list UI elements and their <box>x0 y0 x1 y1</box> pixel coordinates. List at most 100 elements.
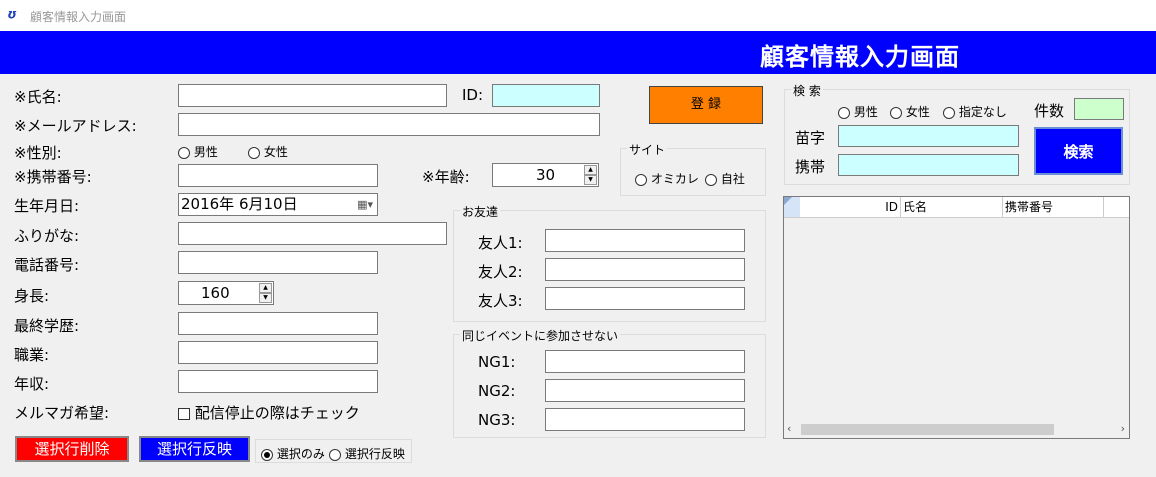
search-group-title: 検 索 <box>791 82 823 99</box>
search-surname-input[interactable] <box>838 125 1019 147</box>
friends-group-title: お友達 <box>460 203 501 220</box>
scrollbar-thumb[interactable] <box>801 424 1054 435</box>
income-label: 年収: <box>14 375 50 393</box>
mobile-label: ※携帯番号: <box>14 168 92 186</box>
ng1-label: NG1: <box>478 353 516 371</box>
birthdate-picker[interactable]: 2016年 6月10日 ▦▾ <box>178 193 378 216</box>
id-field[interactable] <box>492 84 600 107</box>
name-label: ※氏名: <box>14 88 62 106</box>
radio-icon <box>705 173 717 186</box>
ng-group: 同じイベントに参加させない NG1: NG2: NG3: <box>453 327 766 438</box>
email-input[interactable] <box>178 113 600 136</box>
site-option-omikare[interactable]: オミカレ <box>635 170 699 187</box>
ng3-input[interactable] <box>545 408 745 431</box>
search-group: 検 索 男性 女性 指定なし 件数 苗字 携帯 検索 <box>784 82 1130 185</box>
reflect-selected-button[interactable]: 選択行反映 <box>139 436 250 462</box>
column-header-id[interactable]: ID <box>800 197 901 217</box>
site-group: サイト オミカレ 自社 <box>620 141 766 196</box>
option-select-reflect[interactable]: 選択行反映 <box>329 445 405 462</box>
surname-label: 苗字 <box>795 129 826 147</box>
search-button[interactable]: 検索 <box>1034 127 1123 175</box>
search-female-option[interactable]: 女性 <box>890 103 930 120</box>
education-label: 最終学歴: <box>14 317 80 335</box>
horizontal-scrollbar[interactable]: ‹ › <box>784 421 1129 438</box>
radio-icon <box>248 146 260 159</box>
search-unspecified-option[interactable]: 指定なし <box>943 103 1007 120</box>
search-mobile-label: 携帯 <box>795 158 826 176</box>
spin-up-icon[interactable]: ▲ <box>259 283 272 293</box>
email-label: ※メールアドレス: <box>14 117 137 135</box>
age-stepper[interactable]: 30 ▲ ▼ <box>492 163 599 187</box>
window-title: 顧客情報入力画面 <box>30 10 127 24</box>
ng1-input[interactable] <box>545 350 745 373</box>
job-input[interactable] <box>178 341 378 364</box>
job-label: 職業: <box>14 346 50 364</box>
register-button[interactable]: 登 録 <box>649 86 763 124</box>
ng-group-title: 同じイベントに参加させない <box>460 327 621 344</box>
spin-down-icon[interactable]: ▼ <box>584 175 597 185</box>
income-input[interactable] <box>178 370 378 393</box>
gender-male-option[interactable]: 男性 <box>178 143 218 160</box>
newsletter-checkbox[interactable]: 配信停止の際はチェック <box>178 402 360 423</box>
height-label: 身長: <box>14 287 50 305</box>
ng3-label: NG3: <box>478 411 516 429</box>
site-option-own[interactable]: 自社 <box>705 170 745 187</box>
column-header-mobile[interactable]: 携帯番号 <box>1003 197 1104 217</box>
radio-icon <box>890 106 902 119</box>
friend1-input[interactable] <box>545 229 745 252</box>
friend2-label: 友人2: <box>478 263 523 281</box>
phone-input[interactable] <box>178 251 378 274</box>
search-male-option[interactable]: 男性 <box>838 103 878 120</box>
radio-icon <box>838 106 850 119</box>
gender-label: ※性別: <box>14 144 62 162</box>
height-value: 160 <box>201 284 230 302</box>
newsletter-label: メルマガ希望: <box>14 404 110 422</box>
birthdate-label: 生年月日: <box>14 197 80 215</box>
grid-header: ID 氏名 携帯番号 <box>784 197 1129 218</box>
age-value: 30 <box>535 166 556 184</box>
id-label: ID: <box>462 86 484 104</box>
scroll-right-icon[interactable]: › <box>1121 422 1125 435</box>
results-grid[interactable]: ID 氏名 携帯番号 ‹ › <box>783 196 1130 439</box>
count-field <box>1074 98 1124 120</box>
mobile-input[interactable] <box>178 164 378 187</box>
radio-selected-icon <box>261 448 273 461</box>
friend2-input[interactable] <box>545 258 745 281</box>
age-label: ※年齢: <box>422 168 470 186</box>
name-input[interactable] <box>178 84 447 107</box>
height-stepper[interactable]: 160 ▲ ▼ <box>178 281 274 305</box>
count-label: 件数 <box>1034 102 1065 120</box>
option-select-only[interactable]: 選択のみ <box>261 445 325 462</box>
column-header-name[interactable]: 氏名 <box>901 197 1003 217</box>
page-title: 顧客情報入力画面 <box>760 43 960 71</box>
header-banner: 顧客情報入力画面 <box>0 31 1156 74</box>
calendar-dropdown-icon[interactable]: ▦▾ <box>357 194 373 215</box>
radio-icon <box>635 173 647 186</box>
phone-label: 電話番号: <box>14 256 80 274</box>
window-titlebar: ʊ 顧客情報入力画面 <box>0 0 1156 31</box>
ng2-input[interactable] <box>545 379 745 402</box>
gender-female-option[interactable]: 女性 <box>248 143 288 160</box>
friend3-label: 友人3: <box>478 292 523 310</box>
spin-down-icon[interactable]: ▼ <box>259 293 272 303</box>
search-mobile-input[interactable] <box>838 154 1019 176</box>
friend3-input[interactable] <box>545 287 745 310</box>
friends-group: お友達 友人1: 友人2: 友人3: <box>453 203 766 322</box>
radio-icon <box>943 106 955 119</box>
education-input[interactable] <box>178 312 378 335</box>
grid-corner[interactable] <box>784 197 800 217</box>
app-icon: ʊ <box>8 7 18 21</box>
birthdate-value: 2016年 6月10日 <box>181 195 298 213</box>
scroll-left-icon[interactable]: ‹ <box>787 422 791 435</box>
furigana-input[interactable] <box>178 222 447 245</box>
ng2-label: NG2: <box>478 382 516 400</box>
delete-selected-button[interactable]: 選択行削除 <box>15 436 129 462</box>
spin-up-icon[interactable]: ▲ <box>584 165 597 175</box>
radio-icon <box>329 448 341 461</box>
furigana-label: ふりがな: <box>14 227 80 245</box>
radio-icon <box>178 146 190 159</box>
checkbox-icon <box>178 407 190 420</box>
site-group-title: サイト <box>627 141 668 158</box>
friend1-label: 友人1: <box>478 234 523 252</box>
selection-mode-group: 選択のみ 選択行反映 <box>255 439 412 463</box>
